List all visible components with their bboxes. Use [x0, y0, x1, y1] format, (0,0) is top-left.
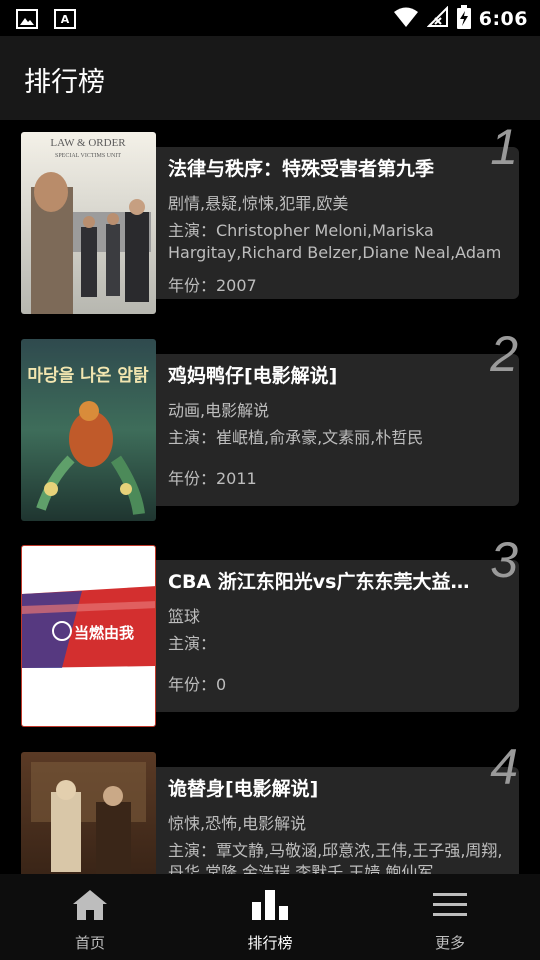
nav-home-label: 首页: [74, 934, 105, 952]
bottom-navigation: 首页 排行榜 更多: [0, 874, 540, 960]
nav-more-label: 更多: [434, 934, 465, 952]
font-notification-icon: A: [54, 8, 76, 34]
wifi-icon: [393, 6, 419, 32]
item-actors: 主演：覃文静,马敬涵,邱意浓,王伟,王子强,周翔,丹华,常隆,金浩瑞,李默千,王…: [168, 841, 503, 874]
poster-image[interactable]: 마당을 나온 암탉: [21, 339, 156, 521]
list-item[interactable]: LAW & ORDER SPECIAL VICTIMS UNIT 1 法律与秩序…: [0, 120, 540, 314]
home-icon: [71, 888, 109, 926]
item-title: 诡替身[电影解说]: [168, 778, 319, 800]
list-item[interactable]: 마당을 나온 암탉 2 鸡妈鸭仔[电影解说] 动画,电影解说 主演：崔岷植,俞承…: [0, 326, 540, 521]
status-bar: A 6:06: [0, 0, 540, 36]
nav-home[interactable]: 首页: [0, 874, 180, 960]
ranking-list[interactable]: LAW & ORDER SPECIAL VICTIMS UNIT 1 法律与秩序…: [0, 120, 540, 874]
item-genres: 剧情,悬疑,惊悚,犯罪,欧美: [168, 194, 349, 213]
app-bar: 排行榜: [0, 36, 540, 120]
item-actors: 主演：Christopher Meloni,Mariska Hargitay,R…: [168, 221, 502, 262]
svg-text:当燃由我: 当燃由我: [74, 624, 134, 642]
item-title: 法律与秩序：特殊受害者第九季: [168, 158, 435, 180]
svg-text:A: A: [61, 13, 70, 26]
item-actors: 主演：崔岷植,俞承豪,文素丽,朴哲民: [168, 428, 424, 447]
svg-text:마당을 나온 암탉: 마당을 나온 암탉: [27, 365, 149, 386]
menu-icon: [431, 888, 469, 926]
nav-ranking-label: 排行榜: [247, 934, 293, 952]
item-title: CBA 浙江东阳光vs广东东莞大益…: [168, 571, 470, 593]
status-left-icons: A: [16, 8, 76, 34]
nav-more[interactable]: 更多: [360, 874, 540, 960]
item-year: 年份：2011: [168, 469, 257, 488]
item-year: 年份：2007: [168, 276, 257, 295]
status-time: 6:06: [478, 8, 528, 30]
item-genres: 动画,电影解说: [168, 401, 270, 420]
svg-text:LAW & ORDER: LAW & ORDER: [50, 137, 126, 149]
item-actors: 主演：: [168, 634, 217, 653]
list-item[interactable]: 当燃由我 3 CBA 浙江东阳光vs广东东莞大益… 篮球 主演： 年份：0: [0, 532, 540, 727]
image-notification-icon: [16, 8, 38, 34]
item-year: 年份：0: [168, 675, 227, 694]
nav-ranking[interactable]: 排行榜: [180, 874, 360, 960]
poster-image[interactable]: LAW & ORDER SPECIAL VICTIMS UNIT: [21, 132, 156, 314]
chart-icon: [250, 888, 290, 926]
page-title: 排行榜: [24, 67, 105, 98]
poster-image[interactable]: [21, 752, 156, 874]
status-right-icons: 6:06: [393, 5, 528, 33]
item-genres: 惊悚,恐怖,电影解说: [168, 814, 307, 833]
svg-text:SPECIAL VICTIMS UNIT: SPECIAL VICTIMS UNIT: [55, 153, 121, 159]
battery-charging-icon: [456, 5, 471, 33]
item-genres: 篮球: [168, 607, 201, 626]
poster-image[interactable]: 当燃由我: [21, 545, 156, 727]
signal-icon: [426, 5, 449, 32]
item-title: 鸡妈鸭仔[电影解说]: [168, 365, 338, 387]
list-item[interactable]: 4 诡替身[电影解说] 惊悚,恐怖,电影解说 主演：覃文静,马敬涵,邱意浓,王伟…: [0, 739, 540, 874]
